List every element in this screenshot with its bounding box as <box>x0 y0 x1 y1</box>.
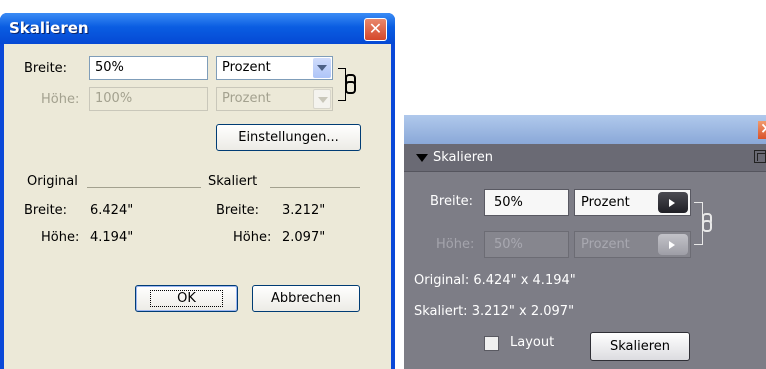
chevron-down-icon[interactable] <box>313 58 331 78</box>
height-label: Höhe: <box>41 92 80 107</box>
dock-icon[interactable] <box>754 150 766 163</box>
panel-title: Skalieren <box>433 150 494 165</box>
original-section-label: Original <box>27 174 78 189</box>
ok-button[interactable]: OK <box>135 285 238 312</box>
width-unit-select[interactable]: Prozent <box>216 56 333 80</box>
layout-checkbox[interactable] <box>484 336 499 351</box>
dialog-body: Breite: 50% Prozent Höhe: 100% Prozent E… <box>4 44 391 369</box>
panel-height-unit-select[interactable]: Prozent <box>574 231 691 258</box>
height-input[interactable]: 100% <box>89 87 208 111</box>
scale-dialog: Skalieren ✕ Breite: 50% Prozent Höhe: 10… <box>0 13 395 369</box>
panel-width-input[interactable]: 50% <box>484 189 569 216</box>
scaled-width-label: Breite: <box>216 203 260 218</box>
width-input[interactable]: 50% <box>89 56 208 80</box>
scaled-height-label: Höhe: <box>233 230 272 245</box>
close-icon[interactable]: ✕ <box>364 18 387 41</box>
panel-width-label: Breite: <box>430 194 474 209</box>
scaled-height-value: 2.097" <box>282 230 326 245</box>
panel-height-label: Höhe: <box>436 237 475 252</box>
panel-height-input[interactable]: 50% <box>484 231 569 258</box>
dropdown-arrow-icon[interactable] <box>658 192 688 213</box>
chevron-down-icon[interactable] <box>313 89 331 109</box>
panel-height-unit-value: Prozent <box>581 237 630 252</box>
width-label: Breite: <box>24 61 68 76</box>
panel-section-header[interactable]: Skalieren <box>404 144 766 172</box>
scale-panel: Skalieren Breite: 50% Prozent Höhe: 50% … <box>404 115 766 369</box>
panel-scaled-text: Skaliert: 3.212" x 2.097" <box>414 304 575 319</box>
collapse-triangle-icon[interactable] <box>416 154 428 162</box>
original-divider <box>87 187 201 188</box>
original-width-value: 6.424" <box>90 203 134 218</box>
panel-width-unit-value: Prozent <box>581 195 630 210</box>
panel-chain-link-icon-lower <box>702 220 712 232</box>
width-unit-value: Prozent <box>222 60 271 75</box>
scaled-section-label: Skaliert <box>208 174 258 189</box>
panel-original-text: Original: 6.424" x 4.194" <box>414 273 576 288</box>
scaled-divider <box>270 187 360 188</box>
scaled-width-value: 3.212" <box>282 203 326 218</box>
dialog-title: Skalieren <box>9 19 89 37</box>
original-height-value: 4.194" <box>90 230 134 245</box>
cancel-button[interactable]: Abbrechen <box>252 285 360 312</box>
ok-button-label: OK <box>150 290 223 307</box>
dropdown-arrow-icon[interactable] <box>658 234 688 255</box>
settings-button[interactable]: Einstellungen... <box>216 124 361 151</box>
chain-link-icon-lower <box>345 81 356 94</box>
dialog-titlebar[interactable]: Skalieren ✕ <box>0 13 395 44</box>
panel-width-unit-select[interactable]: Prozent <box>574 189 691 216</box>
height-unit-value: Prozent <box>222 91 271 106</box>
height-unit-select[interactable]: Prozent <box>216 87 333 111</box>
original-width-label: Breite: <box>24 203 68 218</box>
scale-button[interactable]: Skalieren <box>590 332 690 361</box>
layout-label: Layout <box>510 335 555 350</box>
original-height-label: Höhe: <box>41 230 80 245</box>
panel-titlebar <box>404 115 766 144</box>
panel-close-icon[interactable] <box>758 119 766 139</box>
